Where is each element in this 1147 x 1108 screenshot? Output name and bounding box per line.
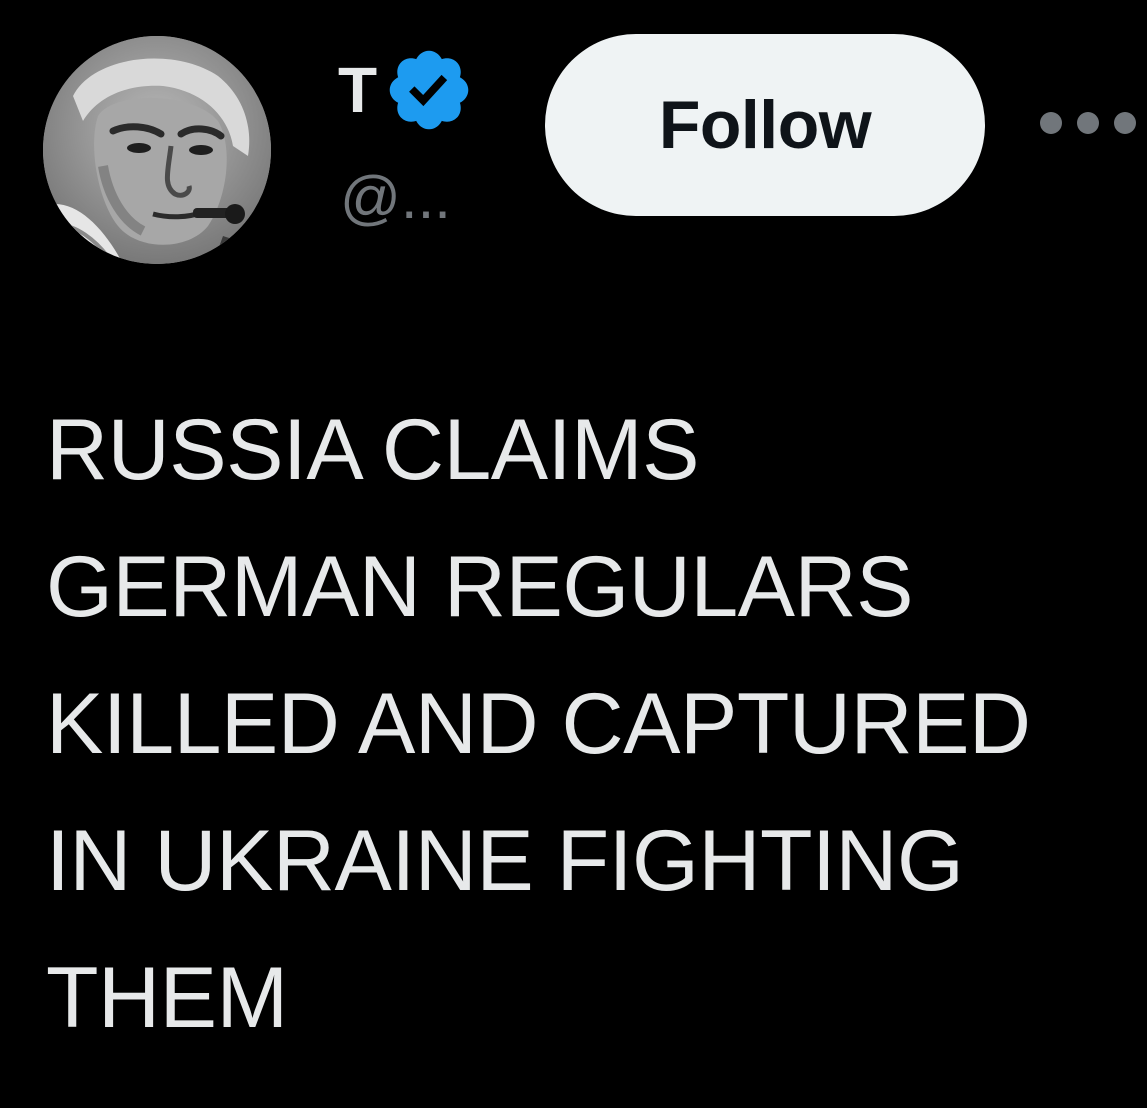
tweet-body-text: RUSSIA CLAIMS GERMAN REGULARS KILLED AND… <box>46 382 1136 1067</box>
tweet-text-line: IN UKRAINE FIGHTING <box>46 813 964 909</box>
tweet-text-line: THEM <box>46 950 288 1046</box>
more-dot <box>1077 112 1099 134</box>
avatar-photo <box>43 36 271 264</box>
author-handle[interactable]: @... <box>340 168 451 228</box>
user-avatar[interactable] <box>43 36 271 264</box>
tweet-text-line: RUSSIA CLAIMS <box>46 402 700 498</box>
follow-button-label: Follow <box>658 87 872 163</box>
author-display-name[interactable]: T <box>338 58 377 122</box>
tweet-text-line: GERMAN REGULARS <box>46 539 914 635</box>
more-dot <box>1040 112 1062 134</box>
tweet-card: T @... Follow RUSSIA CLAIMS GERMAN REGUL… <box>0 0 1147 1108</box>
verified-badge-icon[interactable] <box>383 44 475 136</box>
follow-button[interactable]: Follow <box>545 34 985 216</box>
author-name-row: T <box>338 50 475 130</box>
tweet-text-line: KILLED AND CAPTURED <box>46 676 1031 772</box>
more-options-icon[interactable] <box>1040 100 1136 146</box>
more-dot <box>1114 112 1136 134</box>
